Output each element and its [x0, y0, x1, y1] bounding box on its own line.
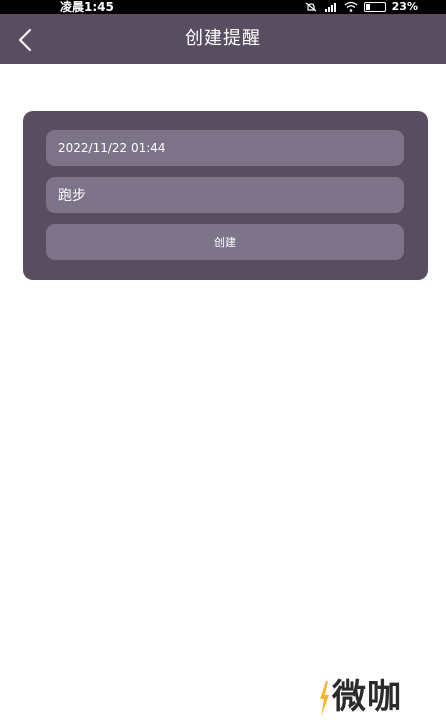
create-button[interactable]: 创建 — [46, 224, 404, 260]
datetime-field[interactable]: 2022/11/22 01:44 — [46, 130, 404, 166]
status-icons: 23% — [304, 0, 418, 14]
screen: 凌晨1:45 23% 创建提醒 2022/11/22 01:44 跑步 创建 微… — [0, 0, 446, 723]
lightning-bolt-icon — [320, 681, 329, 717]
datetime-value: 2022/11/22 01:44 — [58, 141, 166, 155]
reminder-form-card: 2022/11/22 01:44 跑步 创建 — [23, 111, 428, 280]
watermark-text: 微咖 — [332, 677, 402, 717]
wifi-icon — [344, 2, 358, 12]
status-time: 凌晨1:45 — [60, 0, 114, 14]
battery-percent: 23% — [391, 0, 418, 13]
battery-icon — [363, 2, 386, 12]
watermark-logo: 微咖 — [318, 677, 402, 717]
status-bar: 凌晨1:45 23% — [0, 0, 446, 14]
header-bar: 创建提醒 — [0, 14, 446, 64]
bell-off-icon — [305, 2, 317, 12]
page-title: 创建提醒 — [185, 28, 261, 49]
reminder-title-value: 跑步 — [58, 188, 86, 204]
reminder-title-field[interactable]: 跑步 — [46, 177, 404, 213]
signal-icon — [324, 3, 336, 12]
